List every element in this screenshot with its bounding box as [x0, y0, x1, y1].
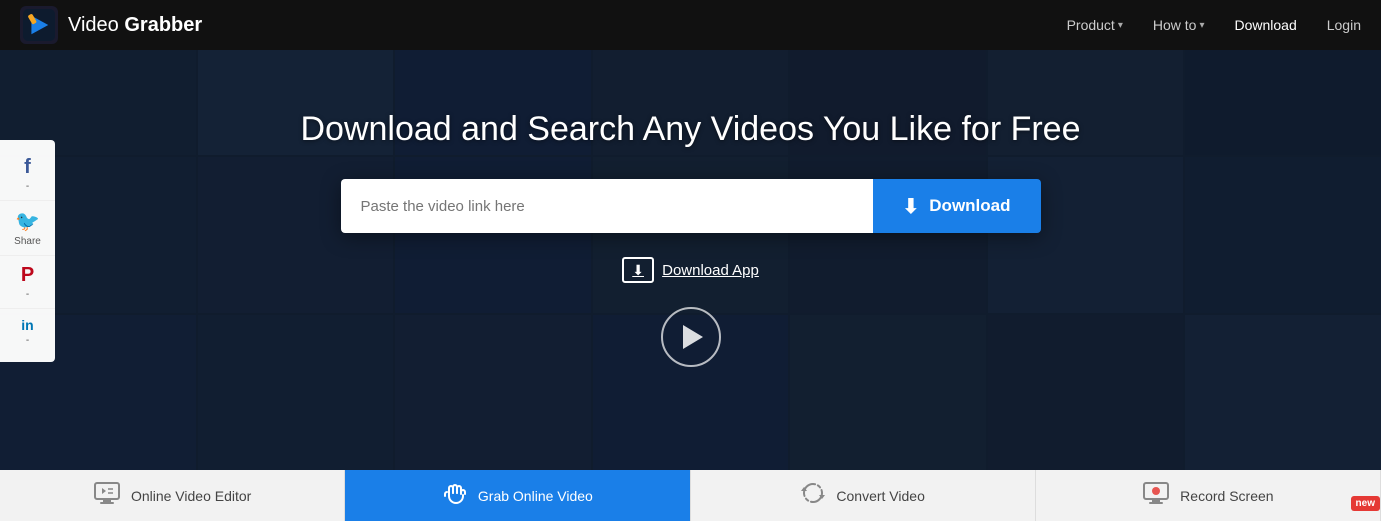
video-url-input[interactable] — [341, 179, 873, 233]
play-triangle-icon — [683, 325, 703, 349]
tab-video-editor-label: Online Video Editor — [131, 488, 251, 504]
product-chevron-icon: ▾ — [1118, 20, 1123, 31]
hero-title: Download and Search Any Videos You Like … — [300, 110, 1080, 149]
download-icon: ⬇ — [903, 194, 920, 219]
social-pinterest[interactable]: P - — [0, 256, 55, 309]
record-icon — [1142, 482, 1170, 510]
play-button[interactable] — [661, 307, 721, 367]
social-twitter[interactable]: 🐦 Share — [0, 201, 55, 256]
grab-icon — [442, 480, 468, 512]
download-app-label: Download App — [662, 262, 759, 279]
download-app-box-icon: ⬇ — [622, 257, 654, 283]
facebook-icon: f — [24, 156, 31, 179]
twitter-icon: 🐦 — [15, 209, 40, 234]
hero-content: Download and Search Any Videos You Like … — [0, 50, 1381, 367]
nav-login[interactable]: Login — [1327, 17, 1361, 33]
download-app-link[interactable]: ⬇ Download App — [622, 257, 759, 283]
tab-record-label: Record Screen — [1180, 488, 1273, 504]
tab-grab-label: Grab Online Video — [478, 488, 593, 504]
pinterest-icon: P — [21, 264, 34, 287]
search-bar: ⬇ Download — [341, 179, 1041, 233]
linkedin-label: - — [26, 335, 29, 346]
logo-text: Video Grabber — [68, 14, 202, 37]
download-button[interactable]: ⬇ Download — [873, 179, 1041, 233]
logo-area: Video Grabber — [20, 6, 1067, 44]
social-facebook[interactable]: f - — [0, 148, 55, 201]
facebook-label: - — [26, 181, 29, 192]
howto-chevron-icon: ▾ — [1199, 20, 1204, 31]
download-button-label: Download — [929, 196, 1010, 216]
bottom-tabs: Online Video Editor Grab Online Video — [0, 470, 1381, 521]
tab-grab-online-video[interactable]: Grab Online Video — [345, 470, 690, 521]
nav-howto[interactable]: How to ▾ — [1153, 17, 1205, 33]
new-badge: new — [1351, 496, 1380, 511]
convert-icon — [800, 480, 826, 512]
social-linkedin[interactable]: in - — [0, 309, 55, 354]
linkedin-icon: in — [21, 317, 33, 333]
tab-convert-label: Convert Video — [836, 488, 924, 504]
side-social: f - 🐦 Share P - in - — [0, 140, 55, 362]
nav-download[interactable]: Download — [1234, 17, 1296, 33]
pinterest-label: - — [26, 289, 29, 300]
video-editor-icon — [93, 482, 121, 510]
tab-convert-video[interactable]: Convert Video — [691, 470, 1036, 521]
nav-links: Product ▾ How to ▾ Download Login — [1067, 17, 1361, 33]
tab-online-video-editor[interactable]: Online Video Editor — [0, 470, 345, 521]
logo-icon — [20, 6, 58, 44]
twitter-label: Share — [14, 236, 41, 247]
nav-product[interactable]: Product ▾ — [1067, 17, 1123, 33]
navbar: Video Grabber Product ▾ How to ▾ Downloa… — [0, 0, 1381, 50]
tab-record-screen[interactable]: Record Screen new — [1036, 470, 1381, 521]
